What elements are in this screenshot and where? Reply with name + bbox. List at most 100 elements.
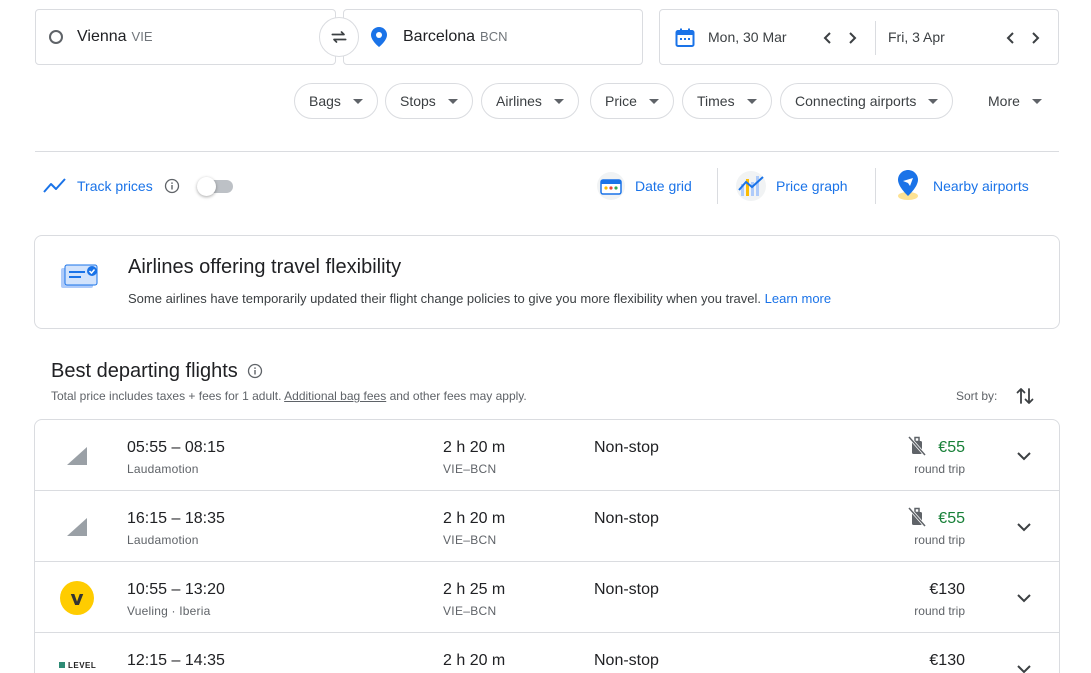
filter-times[interactable]: Times [682, 83, 772, 119]
depart-prev-button[interactable] [819, 29, 837, 47]
chevron-down-icon[interactable] [1015, 447, 1033, 465]
tool-divider [875, 168, 876, 204]
level-logo: LEVEL [59, 659, 99, 671]
trend-icon [43, 178, 66, 193]
flight-stops: Non-stop [594, 581, 659, 598]
filter-label: Airlines [496, 93, 542, 109]
price-graph-icon [736, 171, 766, 201]
swap-button[interactable] [319, 17, 359, 57]
caret-down-icon [1031, 98, 1042, 104]
destination-city: Barcelona [403, 28, 476, 45]
notice-title: Airlines offering travel flexibility [128, 256, 402, 278]
chevron-left-icon [823, 32, 831, 44]
price-graph-button[interactable]: Price graph [776, 178, 848, 194]
chevron-down-icon[interactable] [1015, 589, 1033, 607]
filter-stops[interactable]: Stops [385, 83, 473, 119]
flight-trip-type: round trip [914, 462, 965, 476]
nearby-airports-button[interactable]: Nearby airports [933, 178, 1029, 194]
flight-duration: 2 h 25 m [443, 581, 506, 598]
caret-down-icon [648, 98, 659, 104]
flight-trip-type: round trip [914, 604, 965, 618]
sort-icon[interactable] [1016, 386, 1034, 406]
laudamotion-logo-icon [67, 447, 87, 465]
date-grid-button[interactable]: Date grid [635, 178, 692, 194]
chevron-right-icon [1032, 32, 1040, 44]
bag-fees-link[interactable]: Additional bag fees [284, 389, 386, 403]
flight-row[interactable]: 05:55 – 08:15 Laudamotion 2 h 20 m VIE–B… [35, 420, 1059, 491]
date-field[interactable]: Mon, 30 Mar Fri, 3 Apr [659, 9, 1059, 65]
date-divider [875, 21, 876, 55]
nearby-airports-icon [898, 170, 918, 200]
caret-down-icon [928, 98, 939, 104]
flight-duration: 2 h 20 m [443, 510, 506, 527]
flight-price: €130 [929, 652, 965, 669]
date-grid-icon [597, 172, 625, 200]
return-next-button[interactable] [1026, 29, 1044, 47]
flight-price: €130 [929, 581, 965, 598]
caret-down-icon [447, 98, 458, 104]
origin-field[interactable]: Vienna VIE [35, 9, 336, 65]
flight-row[interactable]: 16:15 – 18:35 Laudamotion 2 h 20 m VIE–B… [35, 491, 1059, 562]
section-divider [35, 151, 1059, 152]
learn-more-link[interactable]: Learn more [765, 291, 831, 306]
origin-circle-icon [49, 30, 63, 44]
toggle-knob[interactable] [197, 177, 216, 196]
destination-code: BCN [480, 29, 508, 44]
vueling-letter: v [70, 586, 83, 610]
flight-price: €55 [938, 439, 965, 456]
notice-text: Some airlines have temporarily updated t… [128, 291, 761, 306]
filter-price[interactable]: Price [590, 83, 674, 119]
calendar-icon [675, 28, 695, 47]
flexibility-notice: Airlines offering travel flexibility Som… [34, 235, 1060, 329]
info-icon[interactable] [247, 363, 263, 379]
chevron-left-icon [1006, 32, 1014, 44]
flight-route: VIE–BCN [443, 533, 497, 547]
flight-stops: Non-stop [594, 510, 659, 527]
flight-stops: Non-stop [594, 652, 659, 669]
filter-label: More [988, 93, 1020, 109]
flight-duration: 2 h 20 m [443, 652, 506, 669]
chevron-down-icon[interactable] [1015, 660, 1033, 673]
location-pin-icon [371, 27, 387, 47]
notice-body: Some airlines have temporarily updated t… [128, 291, 831, 306]
flight-stops: Non-stop [594, 439, 659, 456]
sort-label: Sort by: [956, 389, 998, 403]
results-title: Best departing flights [51, 360, 263, 383]
level-logo-square-icon [59, 662, 65, 668]
depart-next-button[interactable] [843, 29, 861, 47]
destination-field[interactable]: Barcelona BCN [343, 9, 643, 65]
flight-times: 10:55 – 13:20 [127, 581, 225, 598]
caret-down-icon [746, 98, 757, 104]
filter-label: Price [605, 93, 637, 109]
flight-row[interactable]: v 10:55 – 13:20 Vueling · Iberia 2 h 25 … [35, 562, 1059, 633]
filter-bags[interactable]: Bags [294, 83, 378, 119]
origin-code: VIE [131, 29, 153, 44]
caret-down-icon [553, 98, 564, 104]
track-prices-label[interactable]: Track prices [77, 178, 153, 194]
chevron-right-icon [849, 32, 857, 44]
filter-more[interactable]: More [973, 83, 1057, 119]
filter-connecting-airports[interactable]: Connecting airports [780, 83, 954, 119]
depart-date[interactable]: Mon, 30 Mar [708, 29, 787, 45]
info-icon[interactable] [164, 178, 180, 194]
return-prev-button[interactable] [1002, 29, 1020, 47]
caret-down-icon [352, 98, 363, 104]
flight-times: 12:15 – 14:35 [127, 652, 225, 669]
return-date[interactable]: Fri, 3 Apr [888, 29, 945, 45]
swap-icon [331, 31, 347, 43]
flight-price: €55 [938, 510, 965, 527]
subtitle-suffix: and other fees may apply. [389, 389, 527, 403]
level-logo-text: LEVEL [68, 660, 97, 670]
filter-label: Times [697, 93, 735, 109]
filter-label: Bags [309, 93, 341, 109]
flight-row[interactable]: LEVEL 12:15 – 14:35 2 h 20 m Non-stop €1… [35, 633, 1059, 673]
flight-airline: Vueling · Iberia [127, 604, 211, 618]
flight-trip-type: round trip [914, 533, 965, 547]
laudamotion-logo-icon [67, 518, 87, 536]
results-title-text: Best departing flights [51, 360, 238, 382]
flight-route: VIE–BCN [443, 604, 497, 618]
filter-airlines[interactable]: Airlines [481, 83, 579, 119]
chevron-down-icon[interactable] [1015, 518, 1033, 536]
flight-list: 05:55 – 08:15 Laudamotion 2 h 20 m VIE–B… [34, 419, 1060, 673]
vueling-logo-icon: v [60, 581, 94, 615]
